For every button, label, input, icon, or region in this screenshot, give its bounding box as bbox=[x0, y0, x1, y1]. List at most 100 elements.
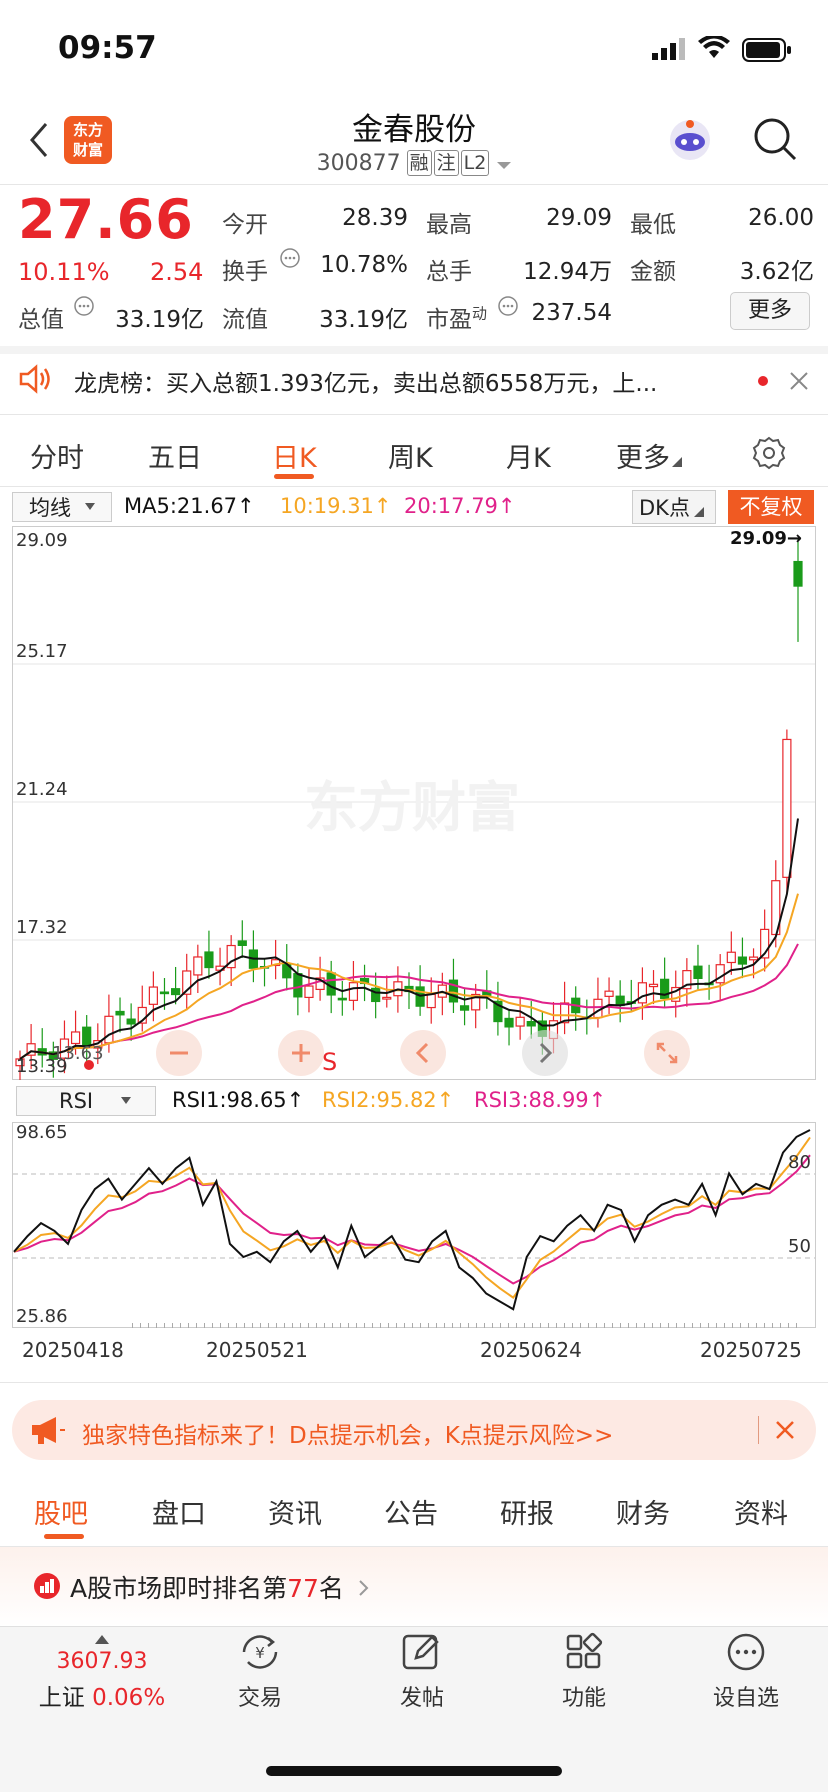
nav-trade[interactable]: ¥ 交易 bbox=[200, 1632, 320, 1712]
tab-finance[interactable]: 财务 bbox=[616, 1492, 670, 1531]
dropdown-icon[interactable] bbox=[497, 151, 512, 176]
rsi3-legend: RSI3:88.99↑ bbox=[474, 1088, 607, 1112]
more-button[interactable]: 更多 bbox=[730, 292, 810, 330]
divider bbox=[0, 1382, 828, 1383]
index-widget[interactable]: 3607.93 上证 0.06% bbox=[22, 1630, 182, 1712]
no-adjust-button[interactable]: 不复权 bbox=[728, 490, 814, 524]
candle-body bbox=[715, 964, 725, 984]
date-2: 20250521 bbox=[206, 1338, 308, 1362]
ma-selector[interactable]: 均线 bbox=[12, 492, 112, 522]
value-market-cap: 33.19亿 bbox=[115, 307, 204, 333]
zoom-in-button[interactable] bbox=[278, 1030, 324, 1076]
settings-icon[interactable] bbox=[752, 436, 786, 474]
candle-body bbox=[115, 1010, 125, 1016]
candle-body bbox=[782, 738, 792, 878]
tag-registered: 注 bbox=[433, 150, 459, 176]
pan-left-button[interactable] bbox=[400, 1030, 446, 1076]
candle-body bbox=[637, 982, 648, 1004]
divider bbox=[0, 184, 828, 185]
value-low: 26.00 bbox=[748, 205, 814, 231]
pan-right-button[interactable] bbox=[522, 1030, 568, 1076]
divider bbox=[0, 486, 828, 487]
close-icon[interactable] bbox=[788, 370, 810, 396]
close-icon[interactable] bbox=[774, 1419, 796, 1445]
battery-icon bbox=[742, 38, 792, 66]
speaker-icon bbox=[18, 364, 54, 398]
tab-weekly-k[interactable]: 周K bbox=[388, 436, 433, 475]
nav-functions[interactable]: 功能 bbox=[524, 1632, 644, 1712]
value-open: 28.39 bbox=[342, 205, 408, 231]
nav-add-watchlist[interactable]: 设自选 bbox=[686, 1632, 806, 1712]
value-amount: 3.62亿 bbox=[739, 259, 814, 285]
candle-body bbox=[237, 940, 247, 946]
date-1: 20250418 bbox=[22, 1338, 124, 1362]
date-3: 20250624 bbox=[480, 1338, 582, 1362]
tab-daily-k[interactable]: 日K bbox=[272, 436, 317, 475]
indicator-selector[interactable]: RSI bbox=[16, 1086, 156, 1116]
tab-forum[interactable]: 股吧 bbox=[34, 1492, 88, 1531]
info-icon[interactable] bbox=[280, 248, 300, 272]
stock-code: 300877 bbox=[316, 150, 401, 176]
search-icon[interactable] bbox=[752, 116, 798, 166]
candle-body bbox=[737, 956, 748, 965]
dk-point-button[interactable]: DK点 bbox=[632, 490, 716, 524]
tab-announcements[interactable]: 公告 bbox=[384, 1492, 438, 1531]
notice-text[interactable]: 龙虎榜：买入总额1.393亿元，卖出总额6558万元，上... bbox=[74, 364, 738, 398]
candle-body bbox=[793, 560, 803, 587]
rsi-ref-80: 80 bbox=[788, 1152, 811, 1173]
value-high: 29.09 bbox=[546, 205, 612, 231]
candle-body bbox=[304, 985, 314, 999]
candle-body bbox=[693, 965, 703, 979]
tag-margin: 融 bbox=[406, 150, 432, 176]
zoom-out-button[interactable] bbox=[156, 1030, 202, 1076]
candle-body bbox=[526, 1021, 536, 1027]
tab-profile[interactable]: 资料 bbox=[734, 1492, 788, 1531]
candle-body bbox=[159, 991, 170, 995]
pe-dynamic-sup: 动 bbox=[472, 304, 488, 323]
info-icon[interactable] bbox=[74, 296, 94, 320]
feature-banner[interactable]: 独家特色指标来了！D点提示机会，K点提示风险>> bbox=[12, 1400, 816, 1460]
label-amount: 金额 bbox=[630, 259, 676, 285]
candle-body bbox=[515, 1016, 525, 1027]
tab-order-book[interactable]: 盘口 bbox=[152, 1492, 206, 1531]
low-dot bbox=[84, 1060, 94, 1070]
watermark: 东方财富 bbox=[304, 776, 520, 839]
candle-body bbox=[604, 990, 614, 997]
label-open: 今开 bbox=[222, 212, 268, 238]
tab-news[interactable]: 资讯 bbox=[268, 1492, 322, 1531]
y-label-3: 21.24 bbox=[16, 779, 68, 800]
label-volume: 总手 bbox=[426, 259, 472, 285]
tab-intraday[interactable]: 分时 bbox=[30, 436, 84, 475]
banner-text: 独家特色指标来了！D点提示机会，K点提示风险>> bbox=[82, 1423, 614, 1449]
kline-chart[interactable]: 东方财富 bbox=[12, 526, 816, 1080]
tab-more[interactable]: 更多 bbox=[616, 436, 682, 475]
rank-panel[interactable]: A股市场即时排名第77名 bbox=[0, 1547, 828, 1627]
nav-post[interactable]: 发帖 bbox=[362, 1632, 482, 1712]
tab-monthly-k[interactable]: 月K bbox=[506, 436, 551, 475]
more-circle-icon bbox=[727, 1633, 765, 1671]
home-indicator bbox=[266, 1766, 562, 1776]
edit-icon bbox=[402, 1634, 439, 1670]
fullscreen-button[interactable] bbox=[644, 1030, 690, 1076]
candle-body bbox=[293, 973, 303, 998]
candle-body bbox=[382, 996, 392, 1000]
label-turnover: 换手 bbox=[222, 259, 268, 285]
rsi1-legend: RSI1:98.65↑ bbox=[172, 1088, 305, 1112]
tab-research[interactable]: 研报 bbox=[500, 1492, 554, 1531]
label-low: 最低 bbox=[630, 212, 676, 238]
candle-body bbox=[748, 956, 759, 961]
banner-divider bbox=[758, 1416, 759, 1444]
info-icon[interactable] bbox=[498, 296, 518, 320]
current-price: 27.66 bbox=[18, 188, 194, 251]
robot-assistant-icon[interactable] bbox=[666, 116, 714, 168]
rank-icon bbox=[34, 1573, 60, 1603]
rsi-chart[interactable] bbox=[12, 1122, 816, 1328]
tab-five-day[interactable]: 五日 bbox=[148, 436, 202, 475]
divider bbox=[0, 414, 828, 415]
y-label-2: 25.17 bbox=[16, 641, 68, 662]
candle-body bbox=[726, 951, 736, 964]
active-tab-indicator bbox=[274, 474, 314, 479]
dragon-tiger-notice[interactable]: 龙虎榜：买入总额1.393亿元，卖出总额6558万元，上... bbox=[0, 348, 828, 414]
label-pe: 市盈动 bbox=[426, 304, 488, 333]
candle-body bbox=[426, 993, 436, 1009]
